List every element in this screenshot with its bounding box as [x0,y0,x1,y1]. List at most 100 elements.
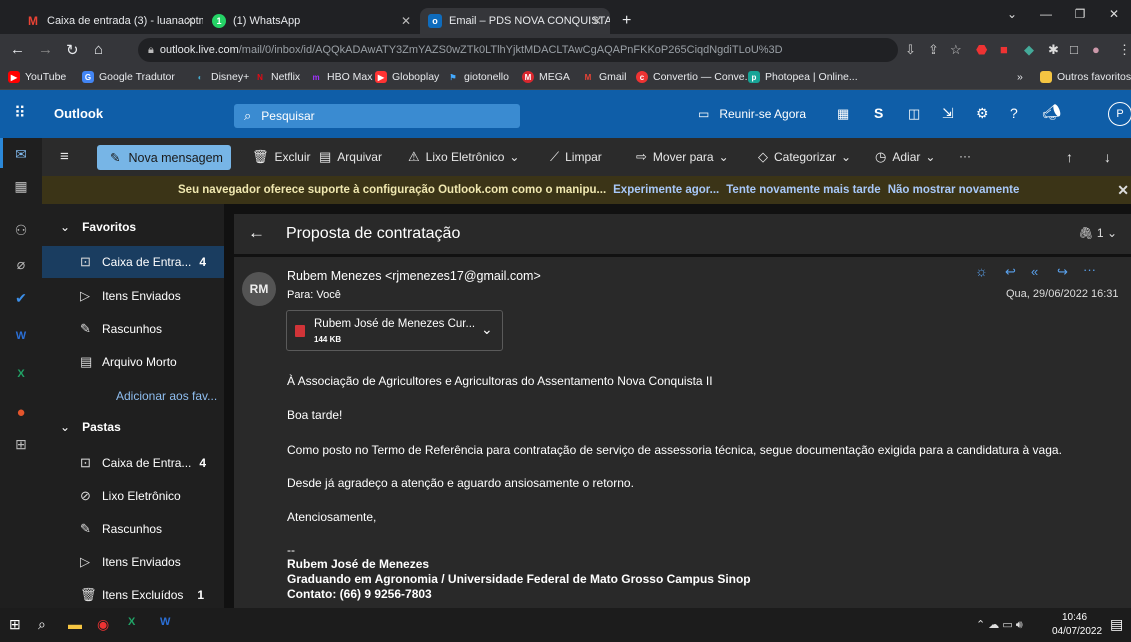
app-launcher-icon[interactable]: ⠿ [14,103,26,123]
folder-drafts[interactable]: ✎ Rascunhos [42,513,224,545]
sidebar-icon[interactable]: □ [1070,42,1078,57]
bookmark-photopea[interactable]: p Photopea | Online... [748,71,858,83]
chevron-down-icon[interactable]: ⌄ [481,321,493,338]
bookmark-netflix[interactable]: N Netflix [254,71,300,83]
folders-group-header[interactable]: ⌄ Pastas [60,420,121,434]
search-icon[interactable]: ⌕ [38,616,46,633]
tab-gmail[interactable]: M Caixa de entrada (3) - luanacptm ✕ [18,8,203,34]
adblock-icon[interactable]: ⬣ [976,42,987,58]
junk-button[interactable]: ⚠ Lixo Eletrônico ⌄ [408,149,519,165]
archive-button[interactable]: ▤ Arquivar [319,149,382,165]
bookmark-globoplay[interactable]: ▶ Globoplay [375,71,439,83]
sender-avatar[interactable]: RM [242,272,276,306]
bookmark-giotonello[interactable]: ⚑ giotonello [447,71,509,83]
attachment-icon[interactable]: ⌀ [0,256,42,273]
folder-favorite-drafts[interactable]: ✎ Rascunhos [42,313,224,345]
bookmark-google-tradutor[interactable]: G Google Tradutor [82,71,175,83]
categorize-button[interactable]: ◇ Categorizar ⌄ [758,149,851,165]
more-apps-icon[interactable]: ⊞ [0,436,42,453]
close-window-icon[interactable]: ✕ [1097,0,1131,30]
tab-outlook[interactable]: o Email – PDS NOVA CONQUISTA I ✕ [420,8,610,34]
profile-avatar[interactable]: P [1108,102,1131,126]
folder-deleted[interactable]: 🗑︎ Itens Excluídos 1 [42,579,224,608]
chrome-icon[interactable]: ◉ [97,616,109,633]
reply-icon[interactable]: ↩ [1005,264,1016,280]
close-banner-icon[interactable]: ✕ [1117,182,1129,199]
search-input[interactable]: ⌕ Pesquisar [234,104,520,128]
install-icon[interactable]: ⇩ [905,42,916,58]
folder-junk[interactable]: ⊘ Lixo Eletrônico [42,480,224,512]
file-explorer-icon[interactable]: ▬ [68,616,82,632]
settings-gear-icon[interactable]: ⚙ [976,105,989,122]
qr-icon[interactable]: ▦ [837,106,849,122]
puzzle-icon[interactable]: ✱ [1048,42,1059,58]
calendar-icon[interactable]: ▦ [0,178,42,195]
mail-icon[interactable]: ✉ [0,146,42,163]
excel-taskbar-icon[interactable]: X [128,616,135,628]
folder-inbox[interactable]: ⊡ Caixa de Entra... 4 [42,447,224,479]
previous-arrow-icon[interactable]: ↑ [1066,149,1073,165]
close-tab-icon[interactable]: ✕ [401,14,411,28]
banner-dismiss-link[interactable]: Não mostrar novamente [888,184,1020,196]
meet-now-button[interactable]: ▭ Reunir-se Agora [698,107,806,121]
office-icon[interactable]: ◫ [908,106,920,122]
back-icon[interactable]: ← [10,41,25,58]
more-actions-button[interactable]: ··· [959,149,971,163]
sweep-button[interactable]: ⟋ Limpar [550,149,602,165]
back-arrow-icon[interactable]: ← [248,223,265,243]
bookmark-convertio[interactable]: c Convertio — Conve... [636,71,753,83]
star-icon[interactable]: ☆ [950,42,962,58]
excel-icon[interactable]: X [0,368,42,380]
close-tab-icon[interactable]: ✕ [592,14,602,28]
notification-icon[interactable]: ▤ [1110,616,1123,633]
powerpoint-icon[interactable]: ● [0,404,42,421]
whats-new-icon[interactable]: 📣︎ [1042,103,1061,121]
add-favorite-link[interactable]: Adicionar aos fav... [42,380,224,412]
sun-icon[interactable]: ☼ [975,263,988,279]
more-options-icon[interactable]: ··· [1083,262,1096,277]
extension-icon[interactable]: ◆ [1024,42,1034,58]
skype-icon[interactable]: S [874,105,883,121]
menu-icon[interactable]: ⋮ [1118,42,1131,58]
bookmark-disney[interactable]: ◐ Disney+ [194,71,250,83]
folder-favorite-inbox[interactable]: ⊡ Caixa de Entra... 4 [42,246,224,278]
people-icon[interactable]: ⚇ [0,222,42,239]
bookmark-other-favorites[interactable]: Outros favoritos [1040,71,1131,83]
attachment-count[interactable]: 🖇︎ 1 ⌄ [1078,226,1117,240]
help-icon[interactable]: ? [1010,105,1018,121]
tab-search-icon[interactable]: ⌄ [995,0,1029,30]
reload-icon[interactable]: ↻ [66,41,79,59]
more-bookmarks-button[interactable]: » [1017,71,1023,83]
bookmark-hbo-max[interactable]: m HBO Max [310,71,372,83]
favorites-group-header[interactable]: ⌄ Favoritos [60,220,136,234]
close-tab-icon[interactable]: ✕ [185,14,195,28]
share-icon[interactable]: ⇪ [928,42,939,58]
delete-button[interactable]: 🗑︎ Excluir [252,149,311,165]
profile-avatar-icon[interactable]: ● [1092,42,1100,57]
attachment-card[interactable]: Rubem José de Menezes Cur... 144 KB ⌄ [286,310,503,351]
forward-icon[interactable]: ↪ [1057,264,1068,280]
windows-start-icon[interactable]: ⊞ [9,616,21,633]
url-field[interactable]: 🔒︎ outlook.live.com/mail/0/inbox/id/AQQk… [138,38,898,62]
banner-later-link[interactable]: Tente novamente mais tarde [726,184,880,196]
next-arrow-icon[interactable]: ↓ [1104,149,1111,165]
new-message-button[interactable]: ✎ Nova mensagem [97,145,231,170]
snooze-button[interactable]: ◷ Adiar ⌄ [875,149,935,165]
forward-icon[interactable]: → [38,41,53,58]
bookmark-youtube[interactable]: ▶ YouTube [8,71,66,83]
bookmark-gmail[interactable]: M Gmail [582,71,627,83]
minimize-icon[interactable]: — [1029,0,1063,30]
tray-icons[interactable]: ⌃ ☁ ▭ 🔊︎ [976,618,1023,632]
hamburger-icon[interactable]: ≡ [60,148,69,165]
restore-icon[interactable]: ❐ [1063,0,1097,30]
tab-whatsapp[interactable]: 1 (1) WhatsApp ✕ [204,8,419,34]
banner-try-link[interactable]: Experimente agor... [613,184,719,196]
bookmark-mega[interactable]: M MEGA [522,71,570,83]
todo-check-icon[interactable]: ✔ [0,290,42,307]
new-tab-button[interactable]: + [614,8,644,34]
feedback-icon[interactable]: ⇲ [942,105,954,122]
folder-favorite-archive[interactable]: ▤ Arquivo Morto [42,346,224,378]
folder-sent[interactable]: ▷ Itens Enviados [42,546,224,578]
home-icon[interactable]: ⌂ [94,41,103,58]
pdf-extension-icon[interactable]: ■ [1000,42,1008,57]
